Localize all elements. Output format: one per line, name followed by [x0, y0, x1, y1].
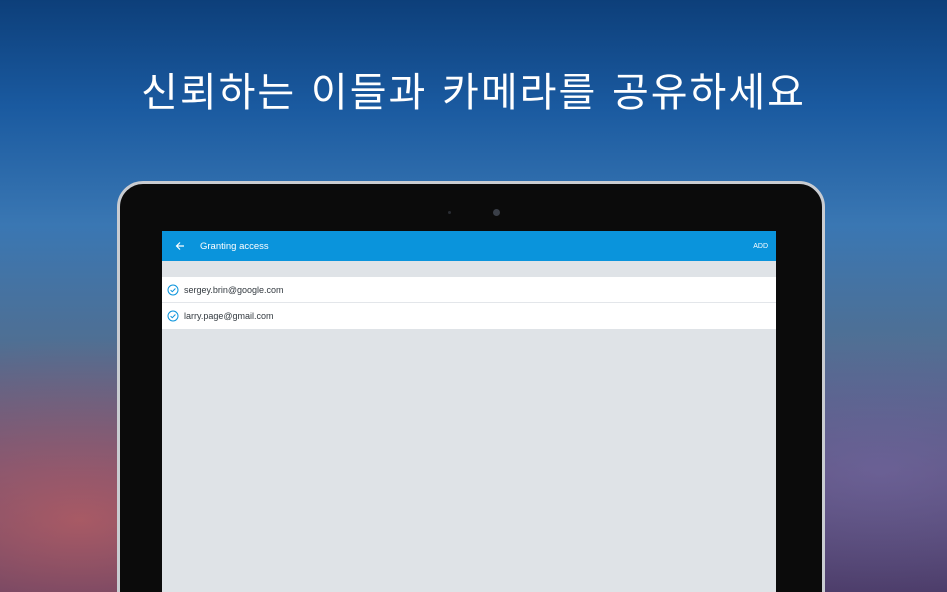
app-bar: Granting access ADD — [162, 231, 776, 261]
check-circle-icon — [167, 310, 179, 322]
list-item[interactable]: larry.page@gmail.com — [162, 303, 776, 329]
access-list: sergey.brin@google.com larry.page@gmail.… — [162, 277, 776, 329]
tablet-sensor — [448, 211, 451, 214]
page-title: Granting access — [200, 240, 269, 252]
tablet-camera — [493, 209, 500, 216]
back-button[interactable] — [162, 231, 198, 261]
promo-background: 신뢰하는 이들과 카메라를 공유하세요 Granting access ADD … — [0, 0, 947, 592]
list-item-email: sergey.brin@google.com — [184, 284, 284, 295]
list-item-email: larry.page@gmail.com — [184, 311, 274, 321]
list-item[interactable]: sergey.brin@google.com — [162, 277, 776, 303]
add-button[interactable]: ADD — [753, 231, 768, 261]
arrow-left-icon — [175, 242, 184, 250]
check-circle-icon — [167, 284, 179, 295]
promo-headline: 신뢰하는 이들과 카메라를 공유하세요 — [141, 70, 806, 116]
app-screen: Granting access ADD sergey.brin@google.c… — [162, 231, 776, 592]
